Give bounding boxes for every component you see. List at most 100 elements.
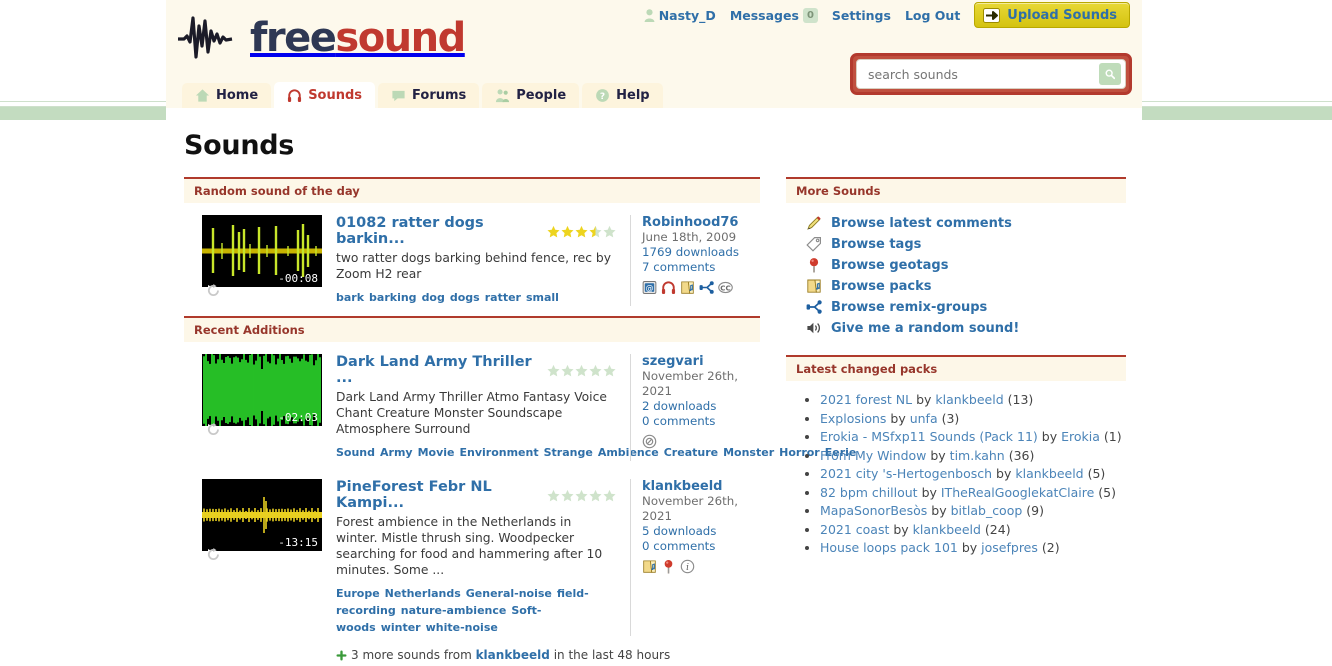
headphones-icon <box>661 281 676 294</box>
waveform-thumbnail[interactable]: -00:08 <box>202 215 322 296</box>
tag-link[interactable]: small <box>526 291 559 304</box>
tag-link[interactable]: Europe <box>336 587 380 600</box>
browse-item[interactable]: Browse packs <box>806 278 1126 294</box>
pack-author-link[interactable]: klankbeeld <box>913 522 981 537</box>
tag-link[interactable]: dogs <box>450 291 480 304</box>
tab-label: Home <box>216 88 259 103</box>
tab-sounds[interactable]: Sounds <box>274 82 376 108</box>
pack-author-link[interactable]: Erokia <box>1061 429 1100 444</box>
sound-author-link[interactable]: szegvari <box>642 354 704 369</box>
browse-item[interactable]: Browse tags <box>806 236 1126 252</box>
logout-link[interactable]: Log Out <box>905 8 960 23</box>
search-button[interactable] <box>1099 63 1121 85</box>
browse-item-label[interactable]: Give me a random sound! <box>831 321 1019 336</box>
pack-author-link[interactable]: klankbeeld <box>935 392 1003 407</box>
pack-author-link[interactable]: tim.kahn <box>950 448 1005 463</box>
pack-name-link[interactable]: From My Window <box>820 448 926 463</box>
more-sounds-from-user[interactable]: 3 more sounds from klankbeeld in the las… <box>336 648 760 662</box>
browse-item-label[interactable]: Browse geotags <box>831 258 948 273</box>
star-icon <box>547 225 560 237</box>
tab-people[interactable]: People <box>482 83 580 108</box>
pack-author-link[interactable]: ITheRealGooglekatClaire <box>941 485 1094 500</box>
messages-link[interactable]: Messages 0 <box>730 7 818 23</box>
geotag-pin-icon-button[interactable] <box>661 559 676 574</box>
sound-row: -00:08 01082 ratter dogs barkin... two r… <box>184 203 760 312</box>
search-input[interactable] <box>866 65 1099 83</box>
user-profile-label: Nasty_D <box>658 7 716 23</box>
tag-link[interactable]: ratter <box>485 291 521 304</box>
loop-icon[interactable] <box>207 284 220 297</box>
user-profile-link[interactable]: Nasty_D <box>644 8 716 23</box>
star-icon <box>589 364 602 376</box>
tag-link[interactable]: white-noise <box>426 621 498 634</box>
tag-link[interactable]: bark <box>336 291 364 304</box>
pack-name-link[interactable]: 82 bpm chillout <box>820 485 918 500</box>
tag-link[interactable]: Environment <box>460 446 539 459</box>
tab-help[interactable]: ? Help <box>582 83 663 108</box>
pack-sound-count: (2) <box>1037 540 1060 555</box>
more-sounds-user[interactable]: klankbeeld <box>476 648 550 662</box>
headphones-icon-button[interactable] <box>661 280 676 295</box>
pack-list-item: 2021 coast by klankbeeld (24) <box>820 521 1126 540</box>
settings-link[interactable]: Settings <box>832 8 891 23</box>
tag-link[interactable]: winter <box>381 621 421 634</box>
browse-item-label[interactable]: Browse remix-groups <box>831 300 987 315</box>
pack-icon-button[interactable] <box>680 280 695 295</box>
remix-icon-button[interactable] <box>699 280 714 295</box>
tab-forums[interactable]: Forums <box>378 83 480 108</box>
browse-item[interactable]: Give me a random sound! <box>806 320 1126 336</box>
browse-item-label[interactable]: Browse latest comments <box>831 216 1012 231</box>
pack-name-link[interactable]: Erokia - MSfxp11 Sounds (Pack 11) <box>820 429 1038 444</box>
star-icon <box>547 489 560 501</box>
creative-commons-zero-icon-button[interactable] <box>642 434 657 449</box>
pack-list-item: Explosions by unfa (3) <box>820 410 1126 429</box>
rating-stars[interactable] <box>547 489 616 502</box>
sound-title-link[interactable]: 01082 ratter dogs barkin... <box>336 215 537 247</box>
svg-text:@: @ <box>646 283 654 292</box>
site-logo[interactable]: freesound <box>176 10 466 66</box>
tag-link[interactable]: Strange <box>544 446 593 459</box>
tag-link[interactable]: Sound <box>336 446 375 459</box>
sound-author-link[interactable]: Robinhood76 <box>642 215 738 230</box>
tag-link[interactable]: dog <box>422 291 445 304</box>
tag-link[interactable]: nature-ambience <box>401 604 507 617</box>
pack-author-link[interactable]: josefpres <box>981 540 1038 555</box>
browse-item[interactable]: Browse geotags <box>806 257 1126 273</box>
tag-link[interactable]: General-noise <box>466 587 552 600</box>
pack-name-link[interactable]: 2021 city 's-Hertogenbosch <box>820 466 992 481</box>
rating-stars[interactable] <box>547 225 616 238</box>
browse-item[interactable]: Browse remix-groups <box>806 299 1126 315</box>
tag-link[interactable]: Netherlands <box>385 587 461 600</box>
tag-link[interactable]: barking <box>369 291 417 304</box>
pack-author-link[interactable]: bitlab_coop <box>951 503 1023 518</box>
pack-name-link[interactable]: 2021 coast <box>820 522 889 537</box>
browse-item-label[interactable]: Browse packs <box>831 279 932 294</box>
pack-icon-button[interactable] <box>642 559 657 574</box>
pack-name-link[interactable]: House loops pack 101 <box>820 540 958 555</box>
rating-stars[interactable] <box>547 364 616 377</box>
tag-link[interactable]: Army <box>380 446 413 459</box>
loop-icon[interactable] <box>207 548 220 561</box>
tag-link[interactable]: Movie <box>418 446 455 459</box>
pack-author-link[interactable]: klankbeeld <box>1015 466 1083 481</box>
pack-name-link[interactable]: Explosions <box>820 411 886 426</box>
info-icon-button[interactable]: i <box>680 559 695 574</box>
sound-author-link[interactable]: klankbeeld <box>642 479 722 494</box>
more-sounds-section-title: More Sounds <box>786 179 1126 203</box>
upload-sounds-button[interactable]: Upload Sounds <box>974 2 1130 28</box>
geotag-mail-icon-button[interactable]: @ <box>642 280 657 295</box>
pack-author-link[interactable]: unfa <box>910 411 938 426</box>
tab-home[interactable]: Home <box>182 83 272 108</box>
loop-icon[interactable] <box>207 423 220 436</box>
browse-item[interactable]: Browse latest comments <box>806 215 1126 231</box>
waveform-thumbnail[interactable]: -13:15 <box>202 479 322 560</box>
browse-item-label[interactable]: Browse tags <box>831 237 921 252</box>
creative-commons-icon-button[interactable]: CC <box>718 280 733 295</box>
pack-name-link[interactable]: MapaSonorBesòs <box>820 503 927 518</box>
star-icon <box>603 489 616 501</box>
pack-name-link[interactable]: 2021 forest NL <box>820 392 912 407</box>
more-sounds-section: More Sounds Browse latest comments Browse… <box>786 177 1126 351</box>
sound-title-link[interactable]: Dark Land Army Thriller ... <box>336 354 537 386</box>
waveform-thumbnail[interactable]: -02:03 <box>202 354 322 435</box>
sound-title-link[interactable]: PineForest Febr NL Kampi... <box>336 479 537 511</box>
